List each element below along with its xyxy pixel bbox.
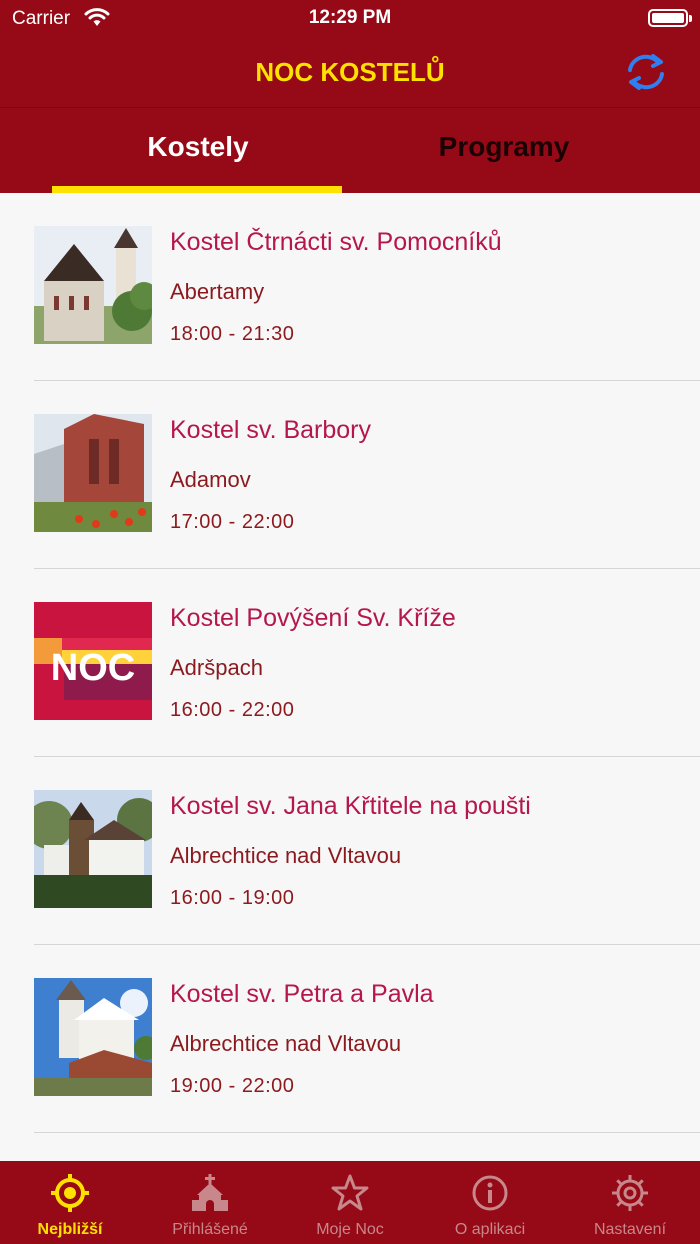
church-thumbnail	[34, 414, 152, 532]
navigation-bar: NOC KOSTELŮ	[0, 36, 700, 108]
list-item[interactable]: Kostel sv. Barbory Adamov 17:00 - 22:00	[0, 381, 700, 569]
info-icon	[470, 1173, 510, 1213]
church-place: Abertamy	[170, 279, 265, 304]
church-thumbnail	[34, 790, 152, 908]
church-time: 17:00 - 22:00	[170, 511, 295, 533]
church-name: Kostel sv. Petra a Pavla	[170, 980, 434, 1008]
page-title: NOC KOSTELŮ	[255, 57, 445, 87]
tabbar-label: Moje Noc	[316, 1221, 384, 1238]
church-thumbnail	[34, 978, 152, 1096]
bottom-tab-bar: Nejbližší Přihlášené Moje Noc O aplikaci…	[0, 1161, 700, 1244]
church-place: Adamov	[170, 467, 251, 492]
church-time: 16:00 - 19:00	[170, 887, 295, 909]
tabbar-label: Přihlášené	[172, 1221, 248, 1238]
tabbar-label: Nastavení	[593, 1221, 667, 1238]
tabbar-item-nejblizsi[interactable]: Nejbližší	[0, 1161, 140, 1244]
target-icon	[50, 1173, 90, 1213]
church-name: Kostel sv. Jana Křtitele na poušti	[170, 792, 531, 820]
status-time: 12:29 PM	[308, 7, 392, 28]
church-time: 18:00 - 21:30	[170, 323, 295, 345]
active-tab-indicator	[52, 186, 342, 193]
tabbar-item-moje-noc[interactable]: Moje Noc	[280, 1161, 420, 1244]
church-place: Adršpach	[170, 655, 263, 680]
noc-logo-thumbnail: NOC	[34, 602, 152, 720]
tabbar-item-nastaveni[interactable]: Nastavení	[560, 1161, 700, 1244]
church-time: 16:00 - 22:00	[170, 699, 295, 721]
star-icon	[330, 1173, 370, 1213]
church-place: Albrechtice nad Vltavou	[170, 843, 402, 868]
tab-kostely[interactable]: Kostely	[48, 108, 348, 193]
status-bar: Carrier 12:29 PM	[0, 0, 700, 36]
church-time: 19:00 - 22:00	[170, 1075, 295, 1097]
church-name: Kostel Povýšení Sv. Kříže	[170, 604, 456, 632]
segment-tabs: Kostely Programy	[0, 108, 700, 193]
tabbar-item-o-aplikaci[interactable]: O aplikaci	[420, 1161, 560, 1244]
tab-programy[interactable]: Programy	[354, 108, 654, 193]
tabbar-label: Nejbližší	[37, 1221, 103, 1238]
church-list[interactable]: Kostel Čtrnácti sv. Pomocníků Abertamy 1…	[0, 193, 700, 1161]
battery-icon	[648, 9, 692, 27]
noc-logo-text: NOC	[51, 647, 135, 689]
list-item[interactable]: NOC Kostel Povýšení Sv. Kříže Adršpach 1…	[0, 569, 700, 757]
church-icon	[190, 1173, 230, 1213]
tabbar-item-prihlasene[interactable]: Přihlášené	[140, 1161, 280, 1244]
church-thumbnail	[34, 226, 152, 344]
gear-icon	[610, 1173, 650, 1213]
church-place: Albrechtice nad Vltavou	[170, 1031, 402, 1056]
list-item[interactable]: Kostel Čtrnácti sv. Pomocníků Abertamy 1…	[0, 193, 700, 381]
divider	[34, 1132, 700, 1133]
list-item[interactable]: Kostel sv. Petra a Pavla Albrechtice nad…	[0, 945, 700, 1133]
list-item[interactable]: Kostel sv. Jana Křtitele na poušti Albre…	[0, 757, 700, 945]
tabbar-label: O aplikaci	[454, 1221, 526, 1238]
church-name: Kostel Čtrnácti sv. Pomocníků	[170, 228, 502, 256]
church-name: Kostel sv. Barbory	[170, 416, 372, 444]
refresh-icon[interactable]	[624, 52, 668, 92]
